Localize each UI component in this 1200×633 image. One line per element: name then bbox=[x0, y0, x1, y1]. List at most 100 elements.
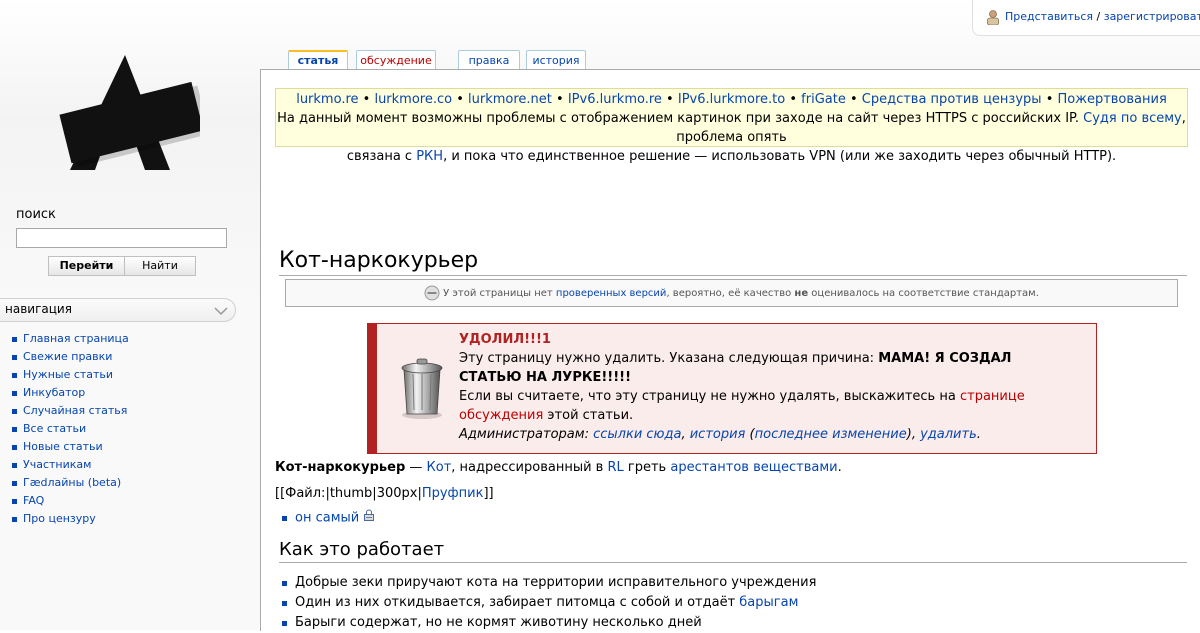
flagged-text: оценивалось на соответствие стандартам. bbox=[811, 288, 1039, 299]
nav-item-all-articles[interactable]: Все статьи bbox=[23, 422, 86, 435]
deletion-notice: УДОЛИЛ!!!1 Эту страницу нужно удалить. У… bbox=[367, 323, 1097, 454]
nav-item-wanted-articles[interactable]: Нужные статьи bbox=[23, 368, 113, 381]
tab-discussion[interactable]: обсуждение bbox=[356, 50, 436, 70]
file-markup-line: [[Файл:|thumb|300px|Пруфпик]] bbox=[275, 484, 494, 503]
external-link[interactable]: он самый bbox=[295, 511, 359, 526]
donations-link[interactable]: Пожертвования bbox=[1058, 92, 1167, 107]
section-heading: Как это работает bbox=[279, 538, 1187, 563]
tab-history[interactable]: история bbox=[526, 50, 586, 70]
minus-circle-icon bbox=[424, 285, 440, 301]
bullet-separator: • bbox=[1041, 92, 1058, 107]
objection-text: Если вы считаете, что эту страницу не ну… bbox=[459, 389, 956, 404]
content-area: lurkmo.re • lurkmore.co • lurkmore.net •… bbox=[260, 69, 1200, 631]
register-link[interactable]: зарегистрироваться bbox=[1104, 10, 1200, 23]
flagged-bold: не bbox=[794, 288, 809, 299]
site-logo[interactable] bbox=[50, 50, 210, 180]
mirror-link[interactable]: lurkmo.re bbox=[296, 92, 358, 107]
deletion-title: УДОЛИЛ!!!1 bbox=[459, 332, 551, 347]
login-link[interactable]: Представиться bbox=[1005, 10, 1093, 23]
last-change-link[interactable]: последнее изменение bbox=[755, 427, 907, 442]
notice-line-2: На данный момент возможны проблемы с ото… bbox=[276, 109, 1187, 147]
mirror-link[interactable]: IPv6.lurkmo.re bbox=[568, 92, 662, 107]
bullet-separator: • bbox=[358, 92, 375, 107]
dealers-link[interactable]: барыгам bbox=[739, 595, 798, 610]
search-title: поиск bbox=[16, 207, 56, 222]
bullet-separator: • bbox=[551, 92, 568, 107]
fulltext-search-button[interactable]: Найти bbox=[124, 256, 196, 276]
bullet-separator: • bbox=[661, 92, 678, 107]
list-item-text: Один из них откидывается, забирает питом… bbox=[295, 595, 736, 610]
deletion-reason-label: Эту страницу нужно удалить. Указана след… bbox=[459, 351, 875, 366]
personal-separator: / bbox=[1093, 10, 1104, 23]
history-link[interactable]: история bbox=[690, 427, 746, 442]
page-title: Кот-наркокурьер bbox=[279, 247, 1187, 276]
mirror-link[interactable]: IPv6.lurkmore.to bbox=[678, 92, 785, 107]
external-links-list: он самый bbox=[275, 508, 375, 529]
list-item: Один из них откидывается, забирает питом… bbox=[275, 593, 816, 613]
nav-item-participants[interactable]: Участникам bbox=[23, 458, 91, 471]
navigation-portlet: навигация Главная страница Свежие правки… bbox=[0, 298, 236, 528]
mirror-links: lurkmo.re • lurkmore.co • lurkmore.net •… bbox=[276, 90, 1187, 109]
search-panel: поиск Перейти Найти bbox=[16, 207, 230, 276]
nav-item-censorship[interactable]: Про цензуру bbox=[23, 512, 96, 525]
nav-item-faq[interactable]: FAQ bbox=[23, 494, 44, 507]
personal-tools: Представиться / зарегистрироваться bbox=[972, 0, 1200, 36]
intro-text: , надрессированный в bbox=[451, 460, 604, 475]
deletion-objection: Если вы считаете, что эту страницу не ну… bbox=[459, 387, 1069, 425]
notice-text: , и пока что единственное решение — испо… bbox=[443, 149, 1117, 164]
flagged-revisions-notice: У этой страницы нет проверенных версий, … bbox=[285, 279, 1178, 307]
notice-link[interactable]: Судя по всему bbox=[1083, 111, 1182, 126]
bullet-separator: • bbox=[845, 92, 862, 107]
lock-icon bbox=[363, 508, 375, 528]
admin-tools: Администраторам: ссылки сюда, история (п… bbox=[459, 427, 981, 442]
file-markup-text: ]] bbox=[483, 486, 494, 501]
prisoners-link[interactable]: арестантов веществами bbox=[670, 460, 837, 475]
search-input[interactable] bbox=[16, 228, 227, 248]
rkn-link[interactable]: РКН bbox=[416, 149, 443, 164]
intro-paragraph: Кот-наркокурьер — Кот, надрессированный … bbox=[275, 458, 842, 477]
how-it-works-list: Добрые зеки приручают кота на территории… bbox=[275, 573, 816, 633]
user-icon bbox=[985, 9, 1001, 26]
anti-censorship-link[interactable]: Средства против цензуры bbox=[862, 92, 1042, 107]
navigation-header[interactable]: навигация bbox=[0, 298, 236, 322]
list-item: Барыги содержат, но не кормят животину н… bbox=[275, 613, 816, 633]
delete-link[interactable]: удалить bbox=[920, 427, 977, 442]
flagged-text: , вероятно, её качество bbox=[666, 288, 792, 299]
file-markup-text: [[Файл:|thumb|300px| bbox=[275, 486, 422, 501]
mirror-link[interactable]: lurkmore.co bbox=[374, 92, 452, 107]
nav-item-guidelines[interactable]: Гædлайны (beta) bbox=[23, 476, 121, 489]
nav-item-recent-changes[interactable]: Свежие правки bbox=[23, 350, 112, 363]
navigation-title: навигация bbox=[5, 302, 72, 316]
nav-item-new-articles[interactable]: Новые статьи bbox=[23, 440, 103, 453]
intro-text: греть bbox=[627, 460, 667, 475]
deletion-reason: Эту страницу нужно удалить. Указана след… bbox=[459, 349, 1069, 387]
trash-can-icon bbox=[397, 354, 447, 420]
whatlinkshere-link[interactable]: ссылки сюда bbox=[593, 427, 681, 442]
objection-text: этой статьи. bbox=[547, 408, 634, 423]
bullet-separator: • bbox=[785, 92, 802, 107]
admins-label: Администраторам: bbox=[459, 427, 589, 442]
rl-link[interactable]: RL bbox=[607, 460, 623, 475]
list-item: Добрые зеки приручают кота на территории… bbox=[275, 573, 816, 593]
intro-dash: — bbox=[405, 460, 427, 475]
notice-line-3: связана с РКН, и пока что единственное р… bbox=[276, 147, 1187, 166]
site-notice: lurkmo.re • lurkmore.co • lurkmore.net •… bbox=[275, 88, 1188, 164]
go-button[interactable]: Перейти bbox=[48, 256, 124, 276]
bullet-separator: • bbox=[452, 92, 469, 107]
nav-item-main-page[interactable]: Главная страница bbox=[23, 332, 129, 345]
nav-item-random-article[interactable]: Случайная статья bbox=[23, 404, 127, 417]
proofpic-link[interactable]: Пруфпик bbox=[422, 486, 484, 501]
list-item: он самый bbox=[275, 508, 375, 529]
tab-edit[interactable]: правка bbox=[458, 50, 520, 70]
chevron-down-icon bbox=[214, 305, 228, 319]
flagged-text: У этой страницы нет bbox=[443, 288, 553, 299]
notice-text: связана с bbox=[346, 149, 413, 164]
cat-link[interactable]: Кот bbox=[427, 460, 452, 475]
tab-article[interactable]: статья bbox=[288, 50, 348, 71]
nav-item-incubator[interactable]: Инкубатор bbox=[23, 386, 85, 399]
checked-versions-link[interactable]: проверенных версий bbox=[556, 288, 667, 299]
intro-end: . bbox=[837, 460, 842, 475]
mirror-link[interactable]: friGate bbox=[801, 92, 846, 107]
notice-text: На данный момент возможны проблемы с ото… bbox=[277, 111, 1079, 126]
mirror-link[interactable]: lurkmore.net bbox=[468, 92, 552, 107]
